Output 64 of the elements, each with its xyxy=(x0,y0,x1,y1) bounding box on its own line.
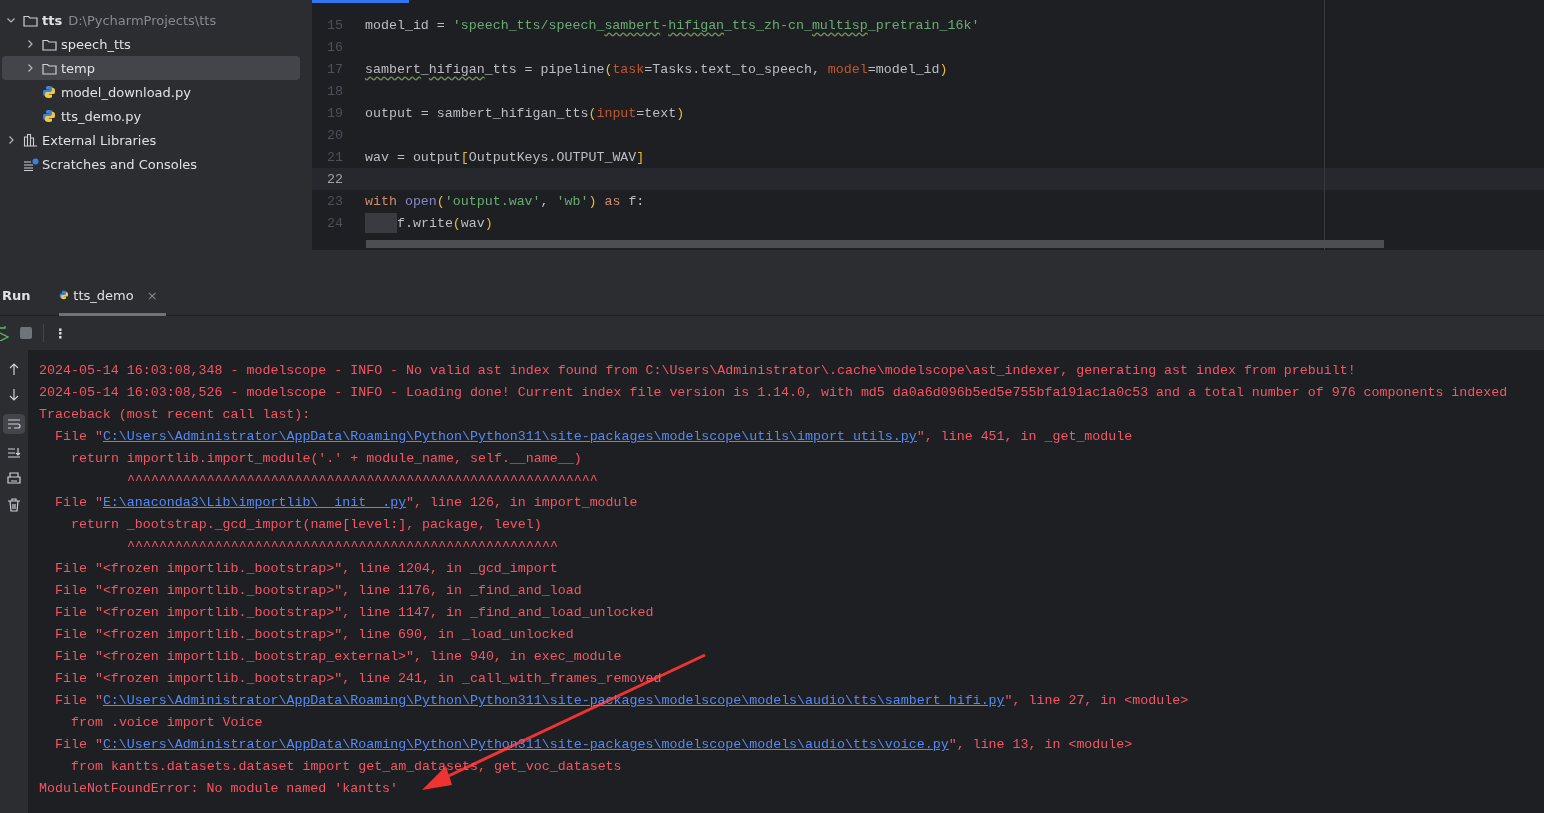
tree-item[interactable]: temp xyxy=(2,56,300,80)
tree-label: Scratches and Consoles xyxy=(42,156,198,172)
chevron-right-icon[interactable] xyxy=(25,39,35,49)
panel-title: Run xyxy=(2,287,31,303)
console-line: ModuleNotFoundError: No module named 'kantts' xyxy=(39,780,400,798)
code-line: model_id = 'speech_tts/speech_sambert-hifigan_tts_zh-cn_multisp_pretrain_16k' xyxy=(365,17,980,33)
tree-label: model_download.py xyxy=(61,84,191,100)
soft-wrap-icon[interactable] xyxy=(3,414,25,434)
code-line: sambert_hifigan_tts = pipeline(task=Tasks.text_to_speech, model=model_id) xyxy=(365,61,948,77)
tree-item[interactable]: tts_demo.py xyxy=(2,104,300,128)
tree-label: External Libraries xyxy=(42,132,157,148)
tree-item[interactable]: model_download.py xyxy=(2,80,300,104)
tree-label: tts xyxy=(42,12,63,28)
file-link[interactable]: E:\anaconda3\Lib\importlib\__init__.py xyxy=(102,495,407,510)
chevron-right-icon[interactable] xyxy=(25,63,35,73)
file-link[interactable]: C:\Users\Administrator\AppData\Roaming\Python\Python311\site-packages\modelscope\utils\import_utils.py xyxy=(102,429,917,444)
arrow-up-icon[interactable] xyxy=(7,362,21,376)
console-line: Traceback (most recent call last): xyxy=(39,406,312,424)
console-line: File "<frozen importlib._bootstrap>", line 1147, in _find_and_load_unlocked xyxy=(54,604,655,622)
tree-item[interactable]: External Libraries xyxy=(2,128,300,152)
stop-icon[interactable] xyxy=(19,326,33,340)
folder-icon xyxy=(42,37,57,51)
tree-label: speech_tts xyxy=(61,36,131,52)
folder-icon xyxy=(42,61,57,75)
tree-item[interactable]: Scratches and Consoles xyxy=(2,152,300,176)
console-line: File "<frozen importlib._bootstrap>", line 1176, in _find_and_load xyxy=(54,582,583,600)
arrow-down-icon[interactable] xyxy=(7,388,21,402)
more-menu-button[interactable]: ⋮ xyxy=(54,325,67,341)
scratches-icon xyxy=(23,157,39,171)
rerun-icon[interactable] xyxy=(0,325,9,341)
tree-label: tts_demo.py xyxy=(61,108,142,124)
print-icon[interactable] xyxy=(7,472,21,486)
trash-icon[interactable] xyxy=(7,498,21,512)
console-line: 2024-05-14 16:03:08,526 - modelscope - INFO - Loading done! Current index file version is 1.14.0, with md5 da0a6d096b5ed5e755bfa191ac1a0c53 and a total number of 976 components indexed xyxy=(39,384,1509,402)
console-line: File "<frozen importlib._bootstrap>", line 690, in _load_unlocked xyxy=(54,626,575,644)
python-file-icon xyxy=(42,109,56,123)
code-line: wav = output[OutputKeys.OUTPUT_WAV] xyxy=(365,149,645,165)
tree-item[interactable]: speech_tts xyxy=(2,32,300,56)
console-line: from .voice import Voice xyxy=(70,714,264,732)
close-tab-button[interactable]: × xyxy=(146,287,158,303)
console-line: 2024-05-14 16:03:08,348 - modelscope - INFO - No valid ast index found from C:\Users\Administrator\.cache\modelscope\ast_indexer, generating ast index from prebuilt! xyxy=(39,362,1357,380)
tree-item[interactable]: tts D:\PycharmProjects\tts xyxy=(2,8,300,32)
console-line: return _bootstrap._gcd_import(name[level:], package, level) xyxy=(70,516,543,534)
chevron-down-icon[interactable] xyxy=(6,15,16,25)
code-line: f.write(wav) xyxy=(397,215,493,231)
line-number: 22 xyxy=(326,171,343,187)
console-line: File "C:\Users\Administrator\AppData\Roaming\Python\Python311\site-packages\modelscope\utils\import_utils.py", line 451, in _get_module xyxy=(54,428,1134,446)
code-line: with open('output.wav', 'wb') as f: xyxy=(365,193,645,209)
tree-label: temp xyxy=(61,60,95,76)
console-line: ^^^^^^^^^^^^^^^^^^^^^^^^^^^^^^^^^^^^^^^^^^^^^^^^^^^^^^^^^^^ xyxy=(126,472,599,490)
python-file-icon xyxy=(42,85,56,99)
console-line: File "<frozen importlib._bootstrap>", line 1204, in _gcd_import xyxy=(54,560,559,578)
python-file-icon xyxy=(58,288,69,302)
horizontal-scrollbar[interactable] xyxy=(366,240,1384,248)
chevron-right-icon[interactable] xyxy=(6,135,16,145)
scroll-to-end-icon[interactable] xyxy=(7,446,21,460)
folder-icon xyxy=(23,13,38,27)
console-line: ^^^^^^^^^^^^^^^^^^^^^^^^^^^^^^^^^^^^^^^^^^^^^^^^^^^^^^ xyxy=(126,538,559,556)
console-line: File "<frozen importlib._bootstrap_external>", line 940, in exec_module xyxy=(54,648,623,666)
library-icon xyxy=(23,133,38,147)
code-line: output = sambert_hifigan_tts(input=text) xyxy=(365,105,685,121)
console-line: File "E:\anaconda3\Lib\importlib\__init__.py", line 126, in import_module xyxy=(54,494,639,512)
console-line: return importlib.import_module('.' + module_name, self.__name__) xyxy=(70,450,583,468)
path-hint: D:\PycharmProjects\tts xyxy=(68,12,217,28)
